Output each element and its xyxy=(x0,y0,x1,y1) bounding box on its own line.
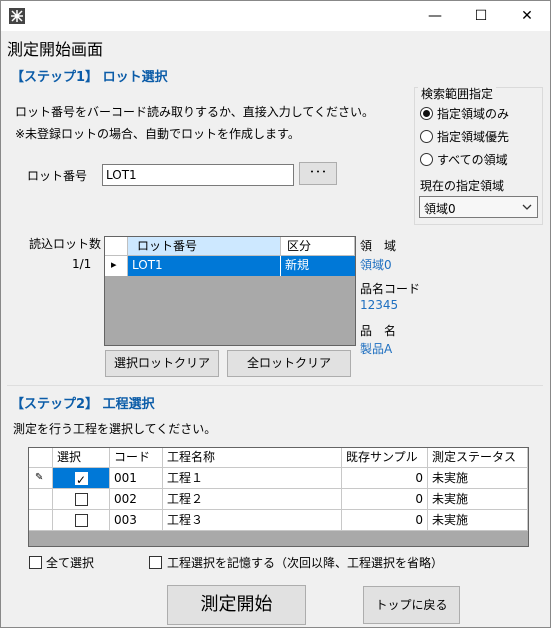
back-to-top-button[interactable]: トップに戻る xyxy=(363,586,460,624)
step1-instruction-1: ロット番号をバーコード読み取りするか、直接入力してください。 xyxy=(15,105,375,119)
process-grid-header-name[interactable]: 工程名称 xyxy=(163,448,342,468)
row-pointer-icon: ▸ xyxy=(111,258,117,271)
lot-grid-cell-lot[interactable]: LOT1 xyxy=(128,256,281,276)
lot-grid-header-lot[interactable]: ロット番号 xyxy=(128,237,281,256)
select-all-label[interactable]: 全て選択 xyxy=(46,554,94,571)
process-code-cell[interactable]: 003 xyxy=(110,510,163,531)
main-window: — ☐ ✕ 測定開始画面 【ステップ1】 ロット選択 ロット番号をバーコード読み… xyxy=(0,0,551,628)
process-status-cell[interactable]: 未実施 xyxy=(428,468,528,489)
screen-title: 測定開始画面 xyxy=(7,40,104,59)
table-row-header[interactable] xyxy=(29,510,53,531)
process-select-cell[interactable] xyxy=(53,489,110,510)
process-grid[interactable]: 選択 コード 工程名称 既存サンプル 測定ステータス ✎ 001 工程１ 0 未… xyxy=(28,447,529,547)
process-existing-cell[interactable]: 0 xyxy=(342,489,428,510)
select-all-checkbox[interactable] xyxy=(29,556,42,569)
lot-number-label: ロット番号 xyxy=(27,169,88,183)
process-select-checkbox[interactable] xyxy=(75,514,88,527)
step2-title: 【ステップ2】 工程選択 xyxy=(11,397,155,412)
maximize-button[interactable]: ☐ xyxy=(458,1,504,31)
lot-number-input[interactable]: LOT1 xyxy=(102,164,294,186)
process-select-cell[interactable] xyxy=(53,510,110,531)
process-existing-cell[interactable]: 0 xyxy=(342,510,428,531)
process-status-cell[interactable]: 未実施 xyxy=(428,489,528,510)
radio-area-only[interactable] xyxy=(420,107,433,120)
process-grid-corner xyxy=(29,448,53,468)
process-grid-header-select[interactable]: 選択 xyxy=(53,448,110,468)
step2-instruction: 測定を行う工程を選択してください。 xyxy=(13,422,217,436)
lot-grid[interactable]: ロット番号 区分 ▸ LOT1 新規 xyxy=(104,236,356,346)
clear-all-lots-button[interactable]: 全ロットクリア xyxy=(227,350,351,377)
process-code-cell[interactable]: 001 xyxy=(110,468,163,489)
process-select-checkbox[interactable] xyxy=(75,493,88,506)
radio-area-only-label[interactable]: 指定領域のみ xyxy=(437,105,509,122)
edit-pencil-icon: ✎ xyxy=(35,472,44,483)
start-measurement-button[interactable]: 測定開始 xyxy=(167,585,306,625)
radio-all-areas[interactable] xyxy=(420,153,433,166)
chevron-down-icon xyxy=(522,204,532,210)
app-icon xyxy=(9,8,25,24)
clear-selected-lot-button[interactable]: 選択ロットクリア xyxy=(105,350,219,377)
process-code-cell[interactable]: 002 xyxy=(110,489,163,510)
remember-process-label[interactable]: 工程選択を記憶する（次回以降、工程選択を省略） xyxy=(167,554,443,571)
product-name-value: 製品A xyxy=(360,342,393,356)
title-bar: — ☐ ✕ xyxy=(1,1,550,31)
lot-grid-cell-kind[interactable]: 新規 xyxy=(281,256,355,276)
radio-area-priority[interactable] xyxy=(420,130,433,143)
table-row-header[interactable]: ▸ xyxy=(105,256,128,276)
read-lot-count-label: 読込ロット数 xyxy=(29,237,102,251)
process-select-cell[interactable] xyxy=(53,468,110,490)
product-name-label: 品 名 xyxy=(360,324,397,338)
lot-browse-button[interactable]: ･･･ xyxy=(299,162,337,185)
area-value: 領域0 xyxy=(360,258,392,272)
table-row-header[interactable] xyxy=(29,489,53,510)
step1-instruction-2: ※未登録ロットの場合、自動でロットを作成します。 xyxy=(15,127,300,141)
radio-area-priority-label[interactable]: 指定領域優先 xyxy=(437,128,509,145)
radio-all-areas-label[interactable]: すべての領域 xyxy=(437,151,508,168)
process-name-cell[interactable]: 工程３ xyxy=(163,510,342,531)
current-area-select-value: 領域0 xyxy=(424,202,456,216)
lot-number-value: LOT1 xyxy=(106,168,137,182)
step1-title: 【ステップ1】 ロット選択 xyxy=(11,70,168,85)
process-status-cell[interactable]: 未実施 xyxy=(428,510,528,531)
process-name-cell[interactable]: 工程２ xyxy=(163,489,342,510)
minimize-button[interactable]: — xyxy=(412,1,458,31)
product-code-label: 品名コード xyxy=(360,282,421,296)
product-code-value: 12345 xyxy=(360,298,399,312)
current-area-select[interactable]: 領域0 xyxy=(419,196,538,218)
lot-grid-header-kind[interactable]: 区分 xyxy=(281,237,355,256)
process-grid-header-status[interactable]: 測定ステータス xyxy=(428,448,528,468)
area-label: 領 域 xyxy=(360,239,397,253)
read-lot-count-value: 1/1 xyxy=(72,257,92,271)
remember-process-checkbox[interactable] xyxy=(149,556,162,569)
process-grid-header-code[interactable]: コード xyxy=(110,448,163,468)
section-divider xyxy=(7,385,543,386)
process-name-cell[interactable]: 工程１ xyxy=(163,468,342,489)
process-existing-cell[interactable]: 0 xyxy=(342,468,428,489)
search-range-title: 検索範囲指定 xyxy=(418,85,497,102)
current-area-label: 現在の指定領域 xyxy=(420,179,505,193)
lot-grid-corner xyxy=(105,237,128,256)
close-button[interactable]: ✕ xyxy=(504,1,550,31)
process-select-checkbox[interactable] xyxy=(75,470,88,490)
table-row-header[interactable]: ✎ xyxy=(29,468,53,489)
process-grid-header-existing[interactable]: 既存サンプル xyxy=(342,448,428,468)
